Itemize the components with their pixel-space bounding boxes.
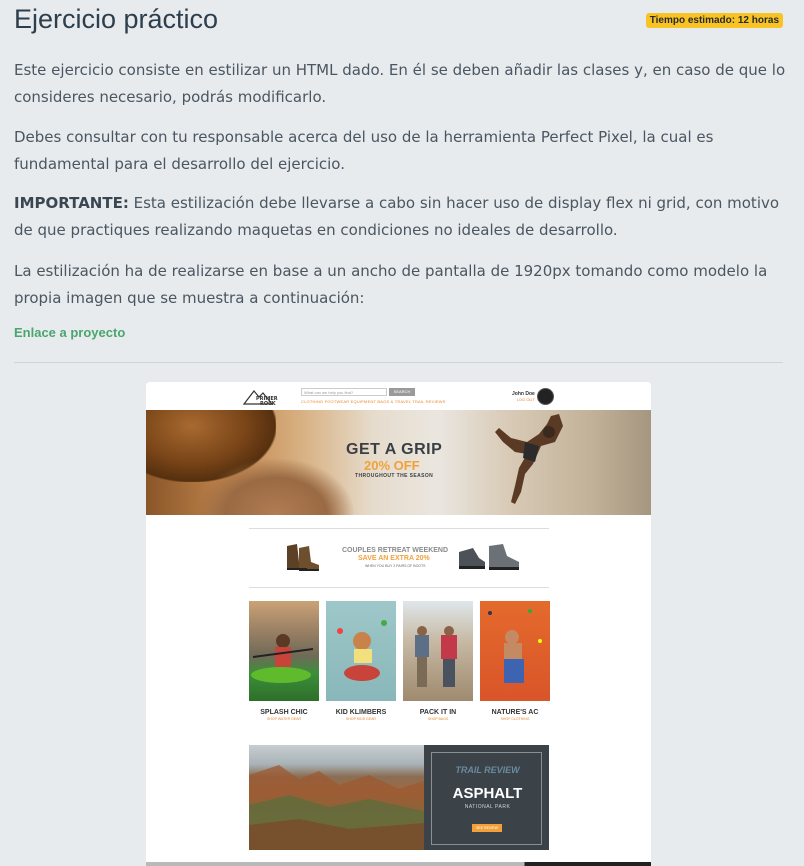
mockup-avatar (537, 388, 554, 405)
mockup-divider-bottom (249, 587, 549, 588)
canyon-icon (249, 765, 424, 850)
mockup-user: John Doe LOG OUT (512, 391, 535, 403)
mockup-category-image-4 (480, 601, 550, 701)
mockup-trail-park: NATIONAL PARK (464, 804, 511, 810)
estimated-time-badge: Tiempo estimado: 12 horas (645, 13, 783, 28)
mockup-boots-banner: COUPLES RETREAT WEEKEND SAVE AN EXTRA 20… (249, 532, 549, 584)
mockup-header: PRIMER ROCK What can we help you find? S… (146, 382, 651, 410)
mockup-divider-top (249, 528, 549, 529)
mockup-trail-review: TRAIL REVIEW ASPHALT NATIONAL PARK SEE R… (249, 745, 549, 850)
mockup-trail-frame: TRAIL REVIEW ASPHALT NATIONAL PARK SEE R… (431, 752, 542, 845)
hikers-icon (415, 626, 457, 687)
mockup-category-label-3: PACK IT IN (419, 709, 457, 716)
mockup-category-label-4: NATURE'S AC (491, 709, 539, 716)
mockup-category-sub-1: SHOP WATER GEAR (267, 717, 301, 721)
important-text: Esta estilización debe llevarse a cabo s… (14, 194, 780, 239)
mockup-category-label-2: KID KLIMBERS (335, 709, 387, 716)
mockup-category-image-1 (249, 601, 319, 701)
mockup-banner-subtitle: WHEN YOU BUY 2 PAIRS OF BOOTS (365, 564, 426, 568)
mockup-climber-icon (495, 414, 563, 504)
paragraph-width: La estilización ha de realizarse en base… (14, 262, 768, 307)
mockup-hero-title: GET A GRIP (346, 441, 443, 458)
paragraph-important: IMPORTANTE: Esta estilización debe lleva… (14, 190, 790, 244)
page-title: Ejercicio práctico (14, 4, 219, 34)
svg-text:ROCK: ROCK (260, 401, 277, 406)
divider (14, 362, 783, 363)
mockup-hero: GET A GRIP 20% OFF THROUGHOUT THE SEASON (146, 410, 651, 515)
important-label: IMPORTANTE: (14, 194, 129, 212)
mockup-hero-subtitle: THROUGHOUT THE SEASON (355, 473, 434, 479)
mockup-trail-button: SEE REVIEW (472, 824, 502, 832)
mockup-banner-offer: SAVE AN EXTRA 20% (358, 555, 430, 562)
kid-climber-icon (337, 620, 387, 681)
mockup-trail-name: ASPHALT (452, 785, 523, 802)
mockup-boot-left-icon (287, 544, 319, 571)
mockup-nav: CLOTHING FOOTWEAR EQUIPMENT BAGS & TRAVE… (301, 399, 446, 404)
mockup-bottom-strip (146, 862, 651, 866)
mockup-banner-title: COUPLES RETREAT WEEKEND (342, 547, 449, 554)
mockup-category-sub-4: SHOP CLOTHING (500, 717, 530, 721)
mockup-category-image-2 (326, 601, 396, 701)
mockup-trail-title: TRAIL REVIEW (455, 765, 520, 775)
mockup-trail-box: TRAIL REVIEW ASPHALT NATIONAL PARK SEE R… (424, 745, 549, 850)
mockup-logo-icon: PRIMER ROCK (242, 390, 278, 406)
mockup-category-label-1: SPLASH CHIC (260, 709, 308, 716)
paragraph-perfect-pixel: Debes consultar con tu responsable acerc… (14, 128, 714, 173)
mockup-trail-image (249, 745, 424, 850)
mockup-category-sub-2: SHOP KIDS GEAR (346, 717, 376, 721)
mockup-boot-right-icon (459, 544, 519, 570)
mockup-hero-rock-shadow (186, 450, 366, 515)
mockup-search-button: SEARCH (389, 388, 415, 396)
mockup-category-image-3 (403, 601, 473, 701)
kayaker-icon (251, 634, 314, 683)
project-link[interactable]: Enlace a proyecto (14, 325, 125, 340)
wall-climber-icon (488, 609, 542, 683)
mockup-search-input: What can we help you find? (301, 388, 387, 396)
mockup-user-link: LOG OUT (516, 397, 535, 402)
mockup-image: PRIMER ROCK What can we help you find? S… (146, 382, 651, 866)
mockup-category-sub-3: SHOP BAGS (427, 717, 449, 721)
paragraph-intro: Este ejercicio consiste en estilizar un … (14, 61, 786, 106)
mockup-hero-offer: 20% OFF (364, 458, 420, 473)
